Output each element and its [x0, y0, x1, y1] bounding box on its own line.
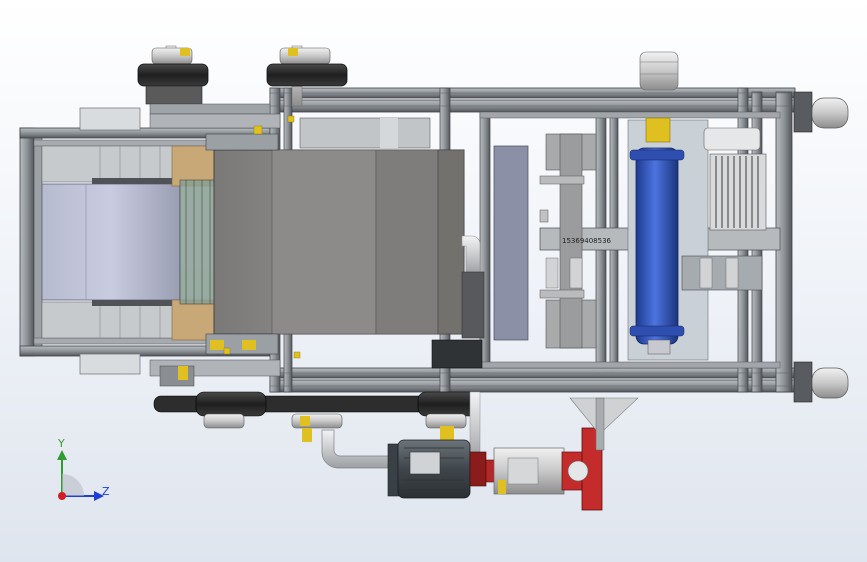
part-number-label: 15369408536 — [562, 237, 612, 245]
machine-assembly-model[interactable]: 15369408536 — [0, 0, 867, 562]
coordinate-triad: Y Z — [44, 438, 124, 512]
infeed-conveyor — [41, 107, 219, 375]
caster-wheels — [793, 91, 849, 403]
central-housing-plate — [205, 117, 485, 369]
triad-origin — [58, 492, 66, 500]
z-axis-label: Z — [102, 485, 110, 498]
triad-plane-indicator — [62, 474, 84, 496]
y-axis-label: Y — [58, 437, 65, 450]
triad-axes — [57, 450, 104, 501]
y-axis-arrowhead — [57, 450, 67, 460]
cad-viewport[interactable]: 15369408536 Y Z — [0, 0, 867, 562]
